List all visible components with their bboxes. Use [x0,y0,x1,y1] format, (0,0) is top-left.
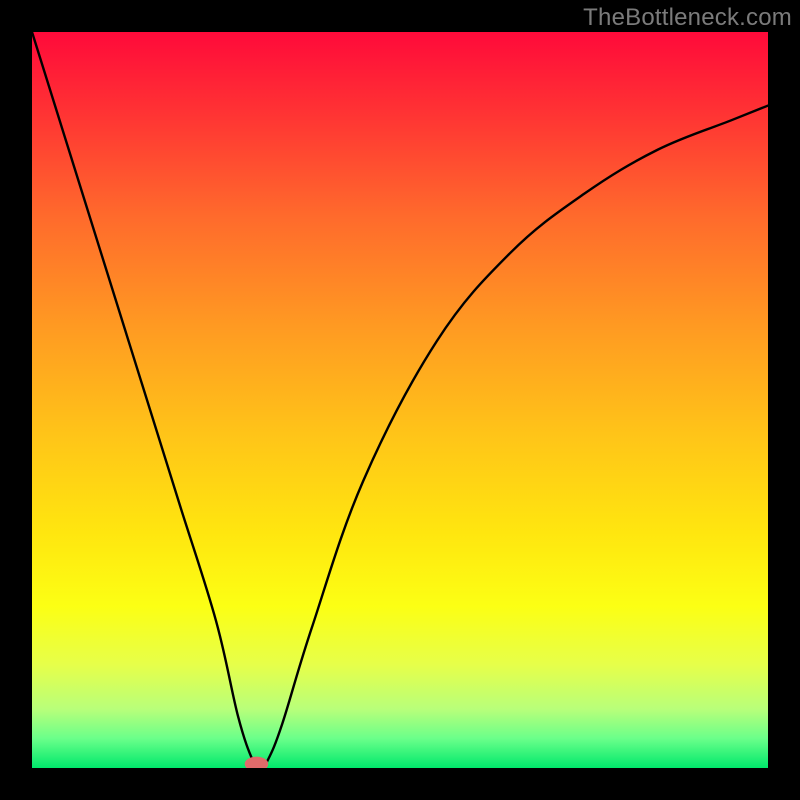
chart-curve [32,32,768,768]
chart-svg [32,32,768,768]
chart-plot-area [32,32,768,768]
minimum-marker [245,757,269,768]
watermark-text: TheBottleneck.com [583,4,792,32]
